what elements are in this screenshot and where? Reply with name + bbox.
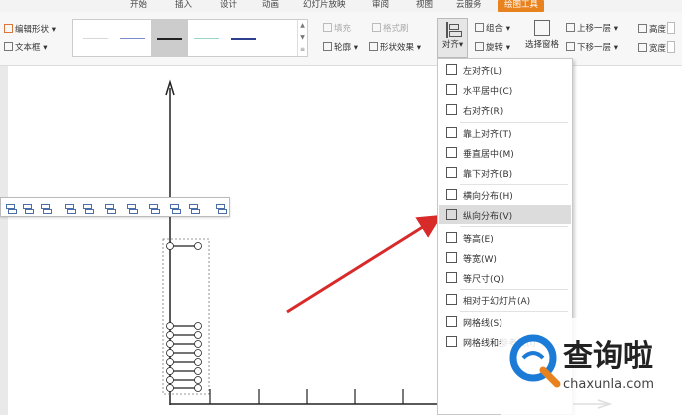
same-height-icon bbox=[446, 232, 457, 243]
menu-item-align-right[interactable]: 右对齐(R) bbox=[439, 100, 571, 119]
menu-separator bbox=[460, 226, 568, 227]
menu-item-same-size[interactable]: 等尺寸(Q) bbox=[439, 268, 571, 287]
float-align-bottom-icon[interactable] bbox=[103, 201, 116, 214]
float-distribute-horizontal-2-icon[interactable] bbox=[147, 201, 160, 214]
menu-item-relative-to-slide[interactable]: 相对于幻灯片(A) bbox=[439, 290, 571, 309]
menu-item-align-bottom[interactable]: 靠下对齐(B) bbox=[439, 163, 571, 182]
align-right-icon bbox=[446, 104, 457, 115]
relative-to-slide-icon bbox=[446, 294, 457, 305]
menu-item-same-height[interactable]: 等高(E) bbox=[439, 228, 571, 247]
float-align-middle-icon[interactable] bbox=[81, 201, 94, 214]
menu-item-align-middle[interactable]: 垂直居中(M) bbox=[439, 143, 571, 162]
float-align-top-icon[interactable] bbox=[63, 201, 76, 214]
distribute-horizontal-icon bbox=[446, 189, 457, 200]
selected-tick-lines[interactable] bbox=[166, 242, 202, 392]
align-center-icon bbox=[446, 84, 457, 95]
chaxunla-watermark-logo: 查询啦 chaxunla.com bbox=[501, 318, 682, 415]
gridlines-icon bbox=[446, 316, 457, 327]
same-width-icon bbox=[446, 252, 457, 263]
grid-and-guides-icon bbox=[446, 336, 457, 347]
x-axis-ticks bbox=[209, 389, 453, 404]
float-distribute-vertical-icon[interactable] bbox=[168, 201, 181, 214]
menu-item-distribute-horizontal[interactable]: 横向分布(H) bbox=[439, 185, 571, 204]
menu-item-same-width[interactable]: 等宽(W) bbox=[439, 248, 571, 267]
align-bottom-icon bbox=[446, 167, 457, 178]
align-top-icon bbox=[446, 127, 457, 138]
same-size-icon bbox=[446, 272, 457, 283]
floating-align-toolbar bbox=[0, 197, 230, 217]
logo-domain-text: chaxunla.com bbox=[563, 377, 654, 392]
tick-handle bbox=[166, 242, 174, 250]
float-distribute-horizontal-icon[interactable] bbox=[125, 201, 138, 214]
distribute-vertical-icon bbox=[446, 209, 457, 220]
float-align-right-icon[interactable] bbox=[39, 201, 52, 214]
menu-item-align-top[interactable]: 靠上对齐(T) bbox=[439, 123, 571, 142]
logo-brand-text: 查询啦 bbox=[563, 339, 653, 374]
tick-handle bbox=[194, 242, 202, 250]
float-relative-to-slide-icon[interactable] bbox=[187, 201, 200, 214]
menu-item-distribute-vertical[interactable]: 纵向分布(V) bbox=[439, 205, 571, 224]
float-align-left-icon[interactable] bbox=[4, 201, 17, 214]
align-left-icon bbox=[446, 64, 457, 75]
float-align-center-icon[interactable] bbox=[21, 201, 34, 214]
menu-item-align-center[interactable]: 水平居中(C) bbox=[439, 80, 571, 99]
float-more-icon[interactable] bbox=[214, 201, 227, 214]
red-pointer-arrow bbox=[286, 214, 443, 314]
align-middle-icon bbox=[446, 147, 457, 158]
menu-item-align-left[interactable]: 左对齐(L) bbox=[439, 60, 571, 79]
